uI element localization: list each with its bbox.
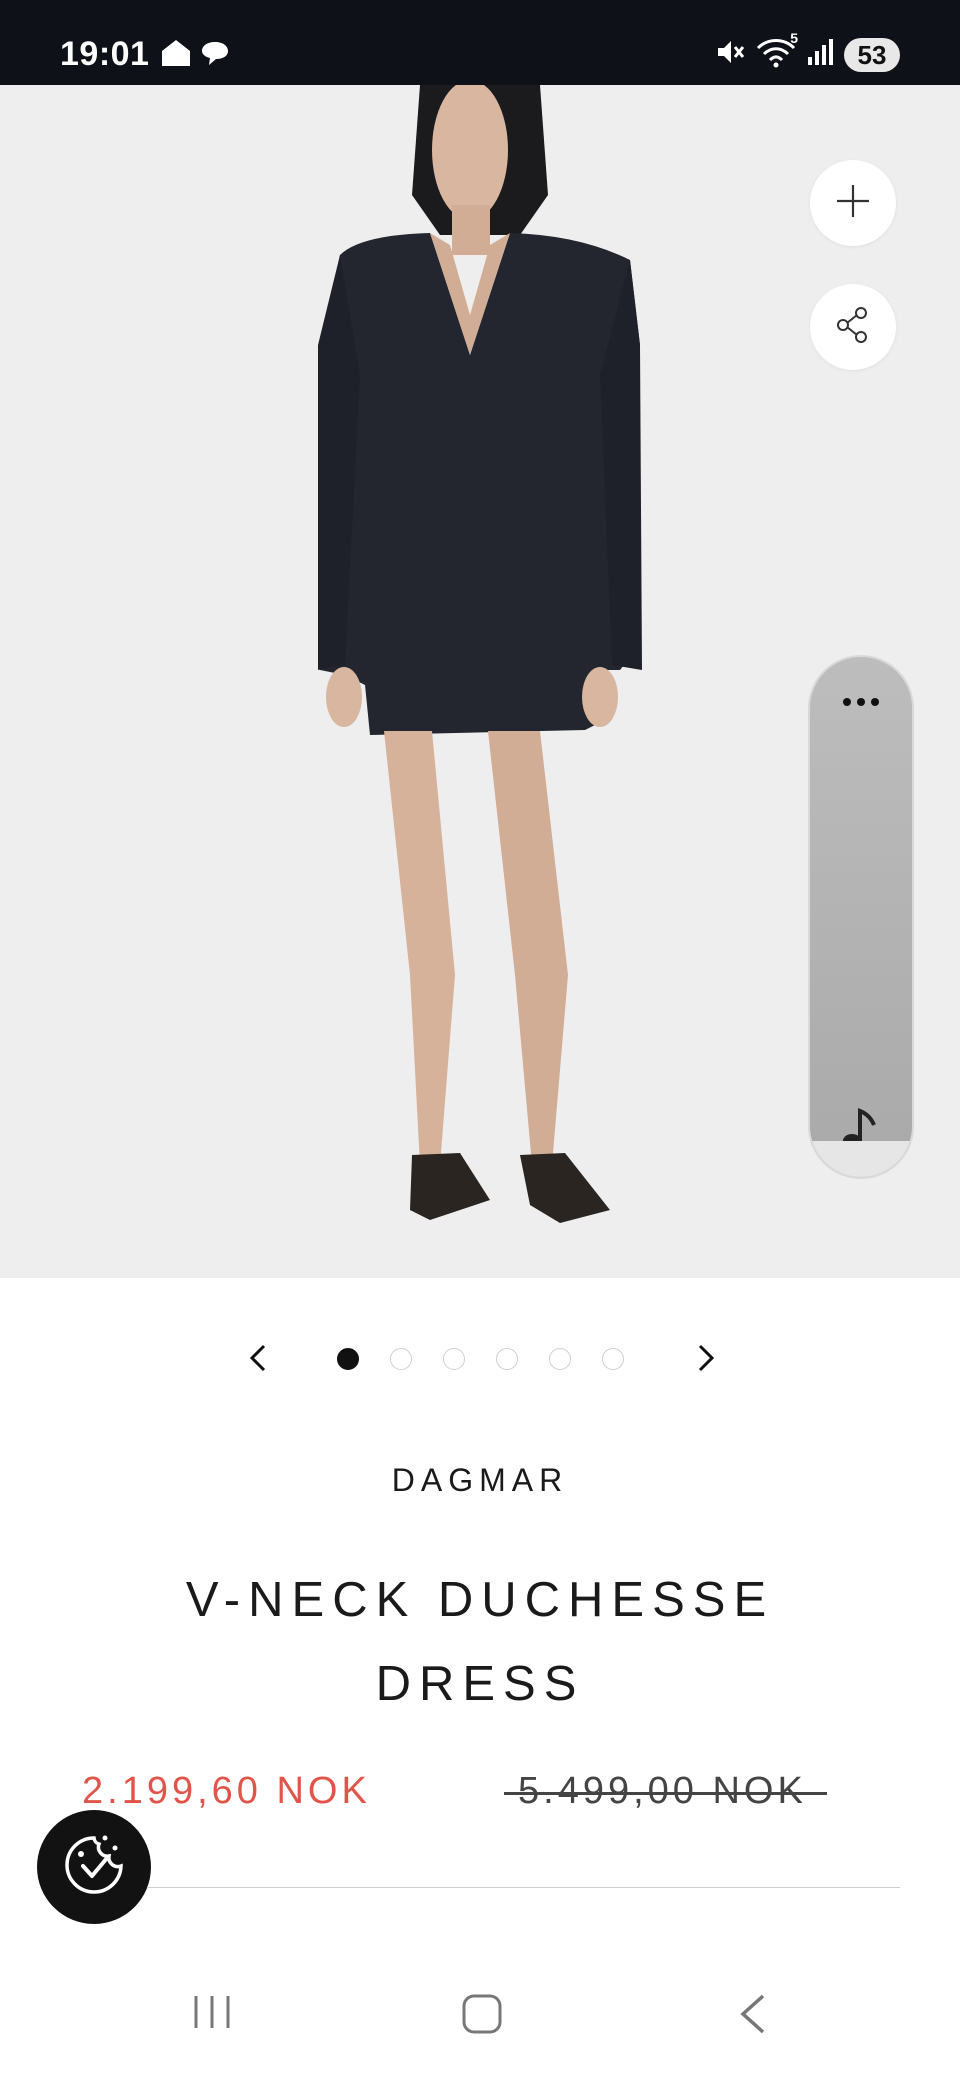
mute-icon [714, 36, 746, 73]
status-bar: 19:01 5 53 [0, 0, 960, 85]
price-row: 2.199,60 NOK 5.499,00 NOK [0, 1768, 960, 1818]
product-image-gallery[interactable] [0, 85, 960, 1278]
carousel-dot-1[interactable] [337, 1348, 359, 1370]
recents-icon[interactable] [190, 1992, 234, 2037]
system-navigation-bar [0, 1960, 960, 2080]
carousel-navigation [0, 1338, 960, 1378]
status-right-icons: 5 53 [714, 30, 900, 73]
carousel-dot-3[interactable] [443, 1348, 465, 1370]
more-icon[interactable] [810, 695, 912, 713]
sale-price: 2.199,60 NOK [82, 1770, 371, 1812]
carousel-dot-4[interactable] [496, 1348, 518, 1370]
wifi-label: 5 [790, 30, 798, 46]
floating-side-panel[interactable] [808, 655, 914, 1179]
wifi-icon: 5 [756, 30, 798, 73]
status-time: 19:01 [60, 35, 150, 73]
back-icon[interactable] [735, 1992, 769, 2041]
side-panel-footer [810, 1141, 912, 1177]
divider [148, 1887, 900, 1888]
home-icon [160, 38, 192, 73]
add-to-wishlist-button[interactable] [810, 160, 896, 246]
status-left-icons [160, 38, 230, 73]
carousel-dot-6[interactable] [602, 1348, 624, 1370]
battery-indicator: 53 [844, 37, 900, 72]
plus-icon [835, 183, 871, 224]
carousel-dots [337, 1348, 624, 1370]
share-button[interactable] [810, 284, 896, 370]
carousel-dot-2[interactable] [390, 1348, 412, 1370]
cookie-consent-button[interactable] [37, 1810, 151, 1924]
cookie-check-icon [59, 1830, 129, 1905]
previous-image-button[interactable] [244, 1342, 274, 1374]
product-brand[interactable]: DAGMAR [0, 1462, 960, 1499]
carousel-dot-5[interactable] [549, 1348, 571, 1370]
product-title: V-NECK DUCHESSE DRESS [185, 1573, 775, 1711]
next-image-button[interactable] [690, 1342, 720, 1374]
original-price: 5.499,00 NOK [504, 1770, 827, 1812]
chat-bubble-icon [200, 38, 230, 73]
home-icon[interactable] [460, 1992, 504, 2041]
signal-icon [806, 37, 834, 72]
share-icon [833, 305, 873, 350]
